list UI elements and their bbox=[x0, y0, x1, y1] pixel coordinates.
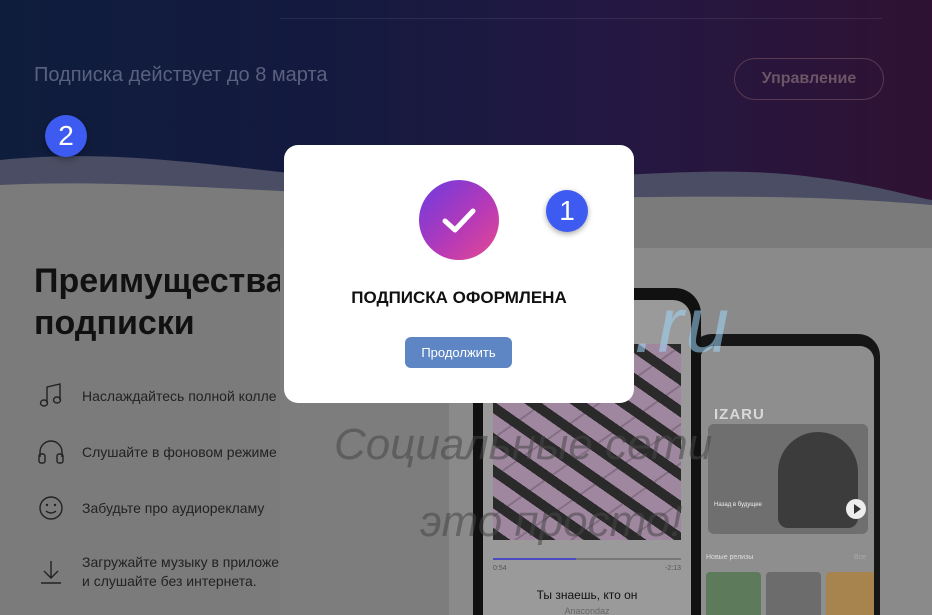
phone-mockup-home: IZARU Назад в будущее Новые релизы Все bbox=[690, 334, 880, 615]
new-releases-heading: Новые релизы bbox=[706, 554, 754, 561]
playback-progress-bar bbox=[493, 558, 681, 560]
headphones-icon bbox=[38, 440, 64, 464]
watermark-line-1: Социальные сети bbox=[334, 420, 713, 469]
watermark-line-2: это просто! bbox=[420, 497, 683, 546]
success-check-icon bbox=[419, 180, 499, 260]
release-thumbnail bbox=[706, 572, 761, 615]
phone-screen: IZARU Назад в будущее Новые релизы Все bbox=[700, 346, 874, 615]
download-icon bbox=[41, 561, 61, 584]
manage-subscription-button[interactable]: Управление bbox=[734, 58, 884, 100]
benefit-text: Забудьте про аудиорекламу bbox=[82, 499, 265, 516]
time-remaining: -2:13 bbox=[665, 565, 681, 572]
benefit-text: Наслаждайтесь полной колле bbox=[82, 387, 277, 404]
song-title: Ты знаешь, кто он bbox=[536, 588, 638, 602]
release-thumbnail bbox=[826, 572, 874, 615]
promo-artist-photo bbox=[778, 432, 858, 528]
promo-caption: Назад в будущее bbox=[714, 502, 762, 508]
continue-button[interactable]: Продолжить bbox=[405, 337, 512, 368]
all-releases-link: Все bbox=[853, 554, 866, 561]
benefit-item: Забудьте про аудиорекламу bbox=[36, 493, 264, 523]
checkmark-icon bbox=[442, 208, 476, 233]
promo-artist-title: IZARU bbox=[714, 406, 765, 423]
time-elapsed: 0:54 bbox=[493, 565, 507, 572]
modal-title: ПОДПИСКА ОФОРМЛЕНА bbox=[351, 288, 567, 307]
smiley-icon bbox=[39, 496, 63, 520]
play-icon bbox=[846, 499, 866, 519]
subscription-expiry-text: Подписка действует до 8 марта bbox=[34, 64, 328, 86]
benefit-item: Наслаждайтесь полной колле bbox=[36, 381, 277, 411]
subscription-success-modal: ПОДПИСКА ОФОРМЛЕНА Продолжить bbox=[284, 145, 634, 403]
song-artist: Anacondaz bbox=[564, 606, 610, 615]
step-badge-2: 2 bbox=[45, 115, 87, 157]
music-note-icon bbox=[39, 383, 62, 407]
release-thumbnail bbox=[766, 572, 821, 615]
step-badge-1: 1 bbox=[546, 190, 588, 232]
playback-progress-fill bbox=[493, 558, 576, 560]
